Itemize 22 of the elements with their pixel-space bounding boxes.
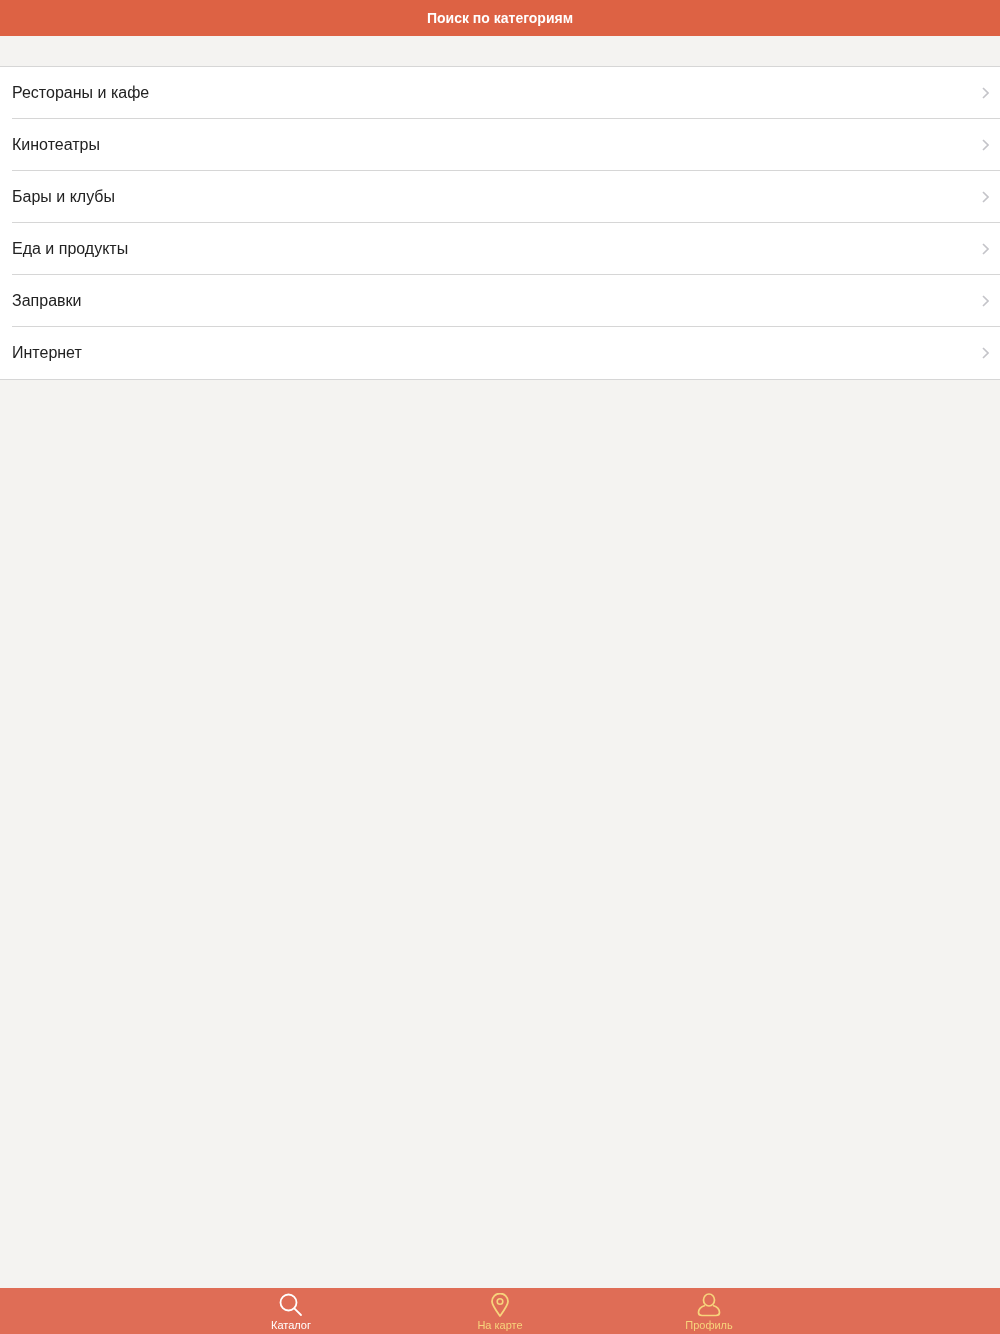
category-label: Бары и клубы	[12, 186, 115, 207]
category-row[interactable]: Кинотеатры	[0, 119, 1000, 171]
category-label: Еда и продукты	[12, 238, 129, 259]
screen-title: Поиск по категориям	[426, 8, 574, 28]
category-row[interactable]: Бары и клубы	[0, 171, 1000, 223]
search-icon	[279, 1293, 303, 1317]
chevron-right-icon	[982, 190, 989, 203]
map-pin-icon	[488, 1293, 512, 1317]
person-icon	[697, 1293, 721, 1317]
chevron-right-icon	[982, 294, 989, 307]
chevron-right-icon	[982, 86, 989, 99]
category-row[interactable]: Заправки	[0, 275, 1000, 327]
category-row[interactable]: Интернет	[0, 327, 1000, 379]
chevron-right-icon	[982, 138, 989, 151]
category-label: Кинотеатры	[12, 134, 100, 155]
category-label: Интернет	[12, 343, 82, 363]
category-label: Заправки	[12, 290, 82, 311]
chevron-right-icon	[982, 347, 989, 359]
chevron-right-icon	[982, 242, 989, 255]
category-label: Рестораны и кафе	[12, 82, 150, 103]
category-row[interactable]: Еда и продукты	[0, 223, 1000, 275]
category-row[interactable]: Рестораны и кафе	[0, 67, 1000, 119]
